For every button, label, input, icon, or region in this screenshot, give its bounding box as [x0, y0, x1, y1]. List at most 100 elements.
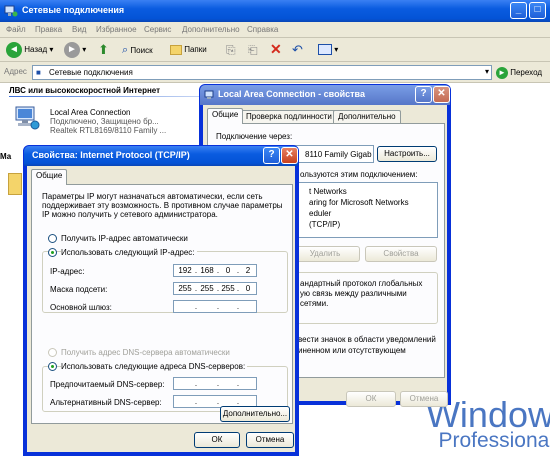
lac-tab-advanced[interactable]: Дополнительно	[333, 110, 401, 124]
search-button[interactable]: ⌕ Поиск	[122, 42, 153, 58]
network-adapter-icon[interactable]	[14, 105, 42, 131]
connect-using-label: Подключение через:	[216, 132, 293, 141]
lac-title-icon	[204, 90, 214, 99]
watermark-professional: Professional	[438, 429, 550, 452]
subnet-mask-input[interactable]: 255 . 255 . 255 . 0	[173, 282, 257, 295]
ip-address-input[interactable]: 192 . 168 . 0 . 2	[173, 264, 257, 277]
menu-edit[interactable]: Правка	[35, 25, 62, 34]
copy-to-icon[interactable]: ⎗	[248, 42, 258, 58]
remove-button[interactable]: Удалить	[290, 246, 360, 262]
move-to-icon[interactable]: ⎘	[226, 42, 236, 58]
maximize-button[interactable]: □	[529, 2, 546, 19]
search-icon: ⌕	[122, 44, 129, 56]
views-icon	[318, 44, 332, 56]
tcpip-ok-button[interactable]: ОК	[194, 432, 240, 448]
auto-ip-radio[interactable]	[48, 234, 57, 243]
network-folder-icon: ■	[36, 68, 41, 77]
component-item[interactable]: eduler	[309, 209, 331, 218]
network-connections-icon	[4, 5, 18, 17]
preferred-dns-label: Предпочитаемый DNS-сервер:	[50, 380, 165, 389]
tcpip-description-line: поддерживает эту возможность. В противно…	[42, 201, 283, 210]
tcpip-description-line: Параметры IP могут назначаться автоматич…	[42, 192, 263, 201]
connection-device: Realtek RTL8169/8110 Family ...	[50, 126, 167, 135]
tcpip-general-page: Параметры IP могут назначаться автоматич…	[31, 184, 293, 424]
component-item[interactable]: aring for Microsoft Networks	[309, 198, 409, 207]
manual-ip-label[interactable]: Использовать следующий IP-адрес:	[61, 248, 197, 257]
auto-ip-label[interactable]: Получить IP-адрес автоматически	[61, 234, 188, 243]
lac-ok-button[interactable]: ОК	[346, 391, 396, 407]
menu-bar: Файл Правка Вид Избранное Сервис Дополни…	[0, 22, 550, 38]
menu-favorites[interactable]: Избранное	[96, 25, 137, 34]
lac-help-button[interactable]: ?	[415, 86, 432, 103]
address-dropdown-icon[interactable]: ▾	[485, 67, 489, 76]
connection-status: Подключено, Защищено бр...	[50, 117, 159, 126]
wizard-icon[interactable]	[8, 173, 22, 195]
auto-dns-label[interactable]: Получить адрес DNS-сервера автоматически	[61, 348, 230, 357]
address-bar: Адрес ■ Сетевые подключения ▾ ► Переход	[0, 62, 550, 83]
menu-help[interactable]: Справка	[247, 25, 278, 34]
configure-button[interactable]: Настроить...	[377, 146, 437, 162]
alternate-dns-label: Альтернативный DNS-сервер:	[50, 398, 162, 407]
lac-title: Local Area Connection - свойства	[218, 89, 365, 99]
description-line: андартный протокол глобальных	[300, 279, 423, 288]
components-label: ользуются этим подключением:	[300, 170, 418, 179]
group-header-2: Ма	[0, 152, 12, 161]
lac-tab-authentication[interactable]: Проверка подлинности	[241, 110, 337, 124]
ip-address-label: IP-адрес:	[50, 267, 85, 276]
folders-button[interactable]: Папки	[170, 42, 207, 58]
description-line: ую связь между различными	[300, 289, 407, 298]
delete-icon[interactable]: ✕	[270, 42, 282, 58]
folder-icon	[170, 44, 182, 55]
menu-view[interactable]: Вид	[72, 25, 86, 34]
tcpip-properties-dialog: Свойства: Internet Protocol (TCP/IP) ? ✕…	[23, 145, 299, 456]
subnet-mask-label: Маска подсети:	[50, 285, 108, 294]
explorer-title: Сетевые подключения	[22, 5, 125, 15]
address-label: Адрес	[4, 67, 27, 76]
tcpip-close-button[interactable]: ✕	[281, 147, 298, 164]
lac-tab-general[interactable]: Общие	[207, 108, 244, 124]
go-button[interactable]: ► Переход	[496, 65, 548, 80]
tcpip-title: Свойства: Internet Protocol (TCP/IP)	[32, 150, 190, 160]
back-button[interactable]: ◄ Назад ▾	[6, 42, 53, 58]
undo-icon[interactable]: ↶	[292, 42, 303, 58]
manual-dns-label[interactable]: Использовать следующие адреса DNS-сервер…	[61, 362, 248, 371]
views-button[interactable]: ▾	[318, 42, 338, 58]
preferred-dns-input[interactable]: . . .	[173, 377, 257, 390]
toolbar: ◄ Назад ▾ ► ▾ ⬆ ⌕ Поиск Папки ⎘ ⎗ ✕ ↶ ▾	[0, 38, 550, 62]
tcpip-tab-general[interactable]: Общие	[31, 169, 68, 185]
lac-cancel-button[interactable]: Отмена	[400, 391, 448, 407]
tcpip-description-line: IP можно получить у сетевого администрат…	[42, 210, 218, 219]
menu-advanced[interactable]: Дополнительно	[182, 25, 240, 34]
back-arrow-icon: ◄	[6, 42, 22, 58]
minimize-button[interactable]: _	[510, 2, 527, 19]
group-header-lan: ЛВС или высокоскоростной Интернет	[9, 86, 161, 95]
lac-close-button[interactable]: ✕	[433, 86, 450, 103]
show-icon-option[interactable]: вести значок в области уведомлений	[298, 335, 436, 344]
tcpip-title-bar[interactable]: Свойства: Internet Protocol (TCP/IP) ? ✕	[24, 146, 298, 166]
address-input[interactable]: ■ Сетевые подключения ▾	[32, 65, 492, 80]
lac-title-bar[interactable]: Local Area Connection - свойства ? ✕	[200, 85, 450, 105]
tcpip-dialog-body: Общие Параметры IP могут назначаться авт…	[27, 166, 295, 452]
explorer-title-bar[interactable]: Сетевые подключения _ □	[0, 0, 550, 22]
component-item[interactable]: t Networks	[309, 187, 347, 196]
advanced-button[interactable]: Дополнительно...	[220, 406, 290, 422]
up-folder-icon[interactable]: ⬆	[98, 42, 109, 58]
menu-tools[interactable]: Сервис	[144, 25, 171, 34]
manual-dns-radio[interactable]	[48, 362, 57, 371]
menu-file[interactable]: Файл	[6, 25, 26, 34]
adapter-name: 8110 Family Gigab	[305, 150, 372, 159]
default-gateway-input[interactable]: . . .	[173, 300, 257, 313]
tcpip-cancel-button[interactable]: Отмена	[246, 432, 294, 448]
notify-option[interactable]: иненном или отсутствующем	[298, 346, 406, 355]
auto-dns-radio[interactable]	[48, 348, 57, 357]
default-gateway-label: Основной шлюз:	[50, 303, 112, 312]
component-item[interactable]: (TCP/IP)	[309, 220, 340, 229]
forward-arrow-icon: ►	[64, 42, 80, 58]
go-arrow-icon: ►	[496, 66, 508, 79]
forward-button[interactable]: ► ▾	[64, 42, 86, 58]
description-line: сетями.	[300, 299, 329, 308]
connection-name[interactable]: Local Area Connection	[50, 108, 131, 117]
tcpip-help-button[interactable]: ?	[263, 147, 280, 164]
manual-ip-radio[interactable]	[48, 248, 57, 257]
properties-button[interactable]: Свойства	[365, 246, 437, 262]
